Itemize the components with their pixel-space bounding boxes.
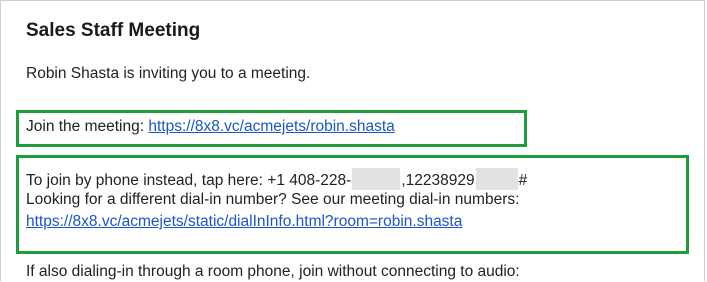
join-meeting-link[interactable]: https://8x8.vc/acmejets/robin.shasta: [148, 118, 394, 135]
dialin-text: Looking for a different dial-in number? …: [26, 191, 520, 208]
room-phone-text: If also dialing-in through a room phone,…: [26, 263, 520, 280]
invite-text: Robin Shasta is inviting you to a meetin…: [26, 65, 311, 82]
phone-mid: ,12238929: [401, 172, 475, 189]
phone-suffix: #: [518, 172, 528, 189]
phone-join-line: To join by phone instead, tap here: +1 4…: [26, 168, 527, 191]
phone-prefix: To join by phone instead, tap here: +1 4…: [26, 172, 352, 189]
join-label: Join the meeting:: [26, 118, 149, 135]
dialin-info-link[interactable]: https://8x8.vc/acmejets/static/dialInInf…: [26, 213, 462, 230]
meeting-title: Sales Staff Meeting: [26, 20, 201, 41]
redacted-digits: [352, 168, 401, 190]
join-meeting-line: Join the meeting: https://8x8.vc/acmejet…: [26, 117, 395, 137]
redacted-digits: [475, 168, 518, 190]
dialin-link-line: https://8x8.vc/acmejets/static/dialInInf…: [26, 212, 462, 232]
